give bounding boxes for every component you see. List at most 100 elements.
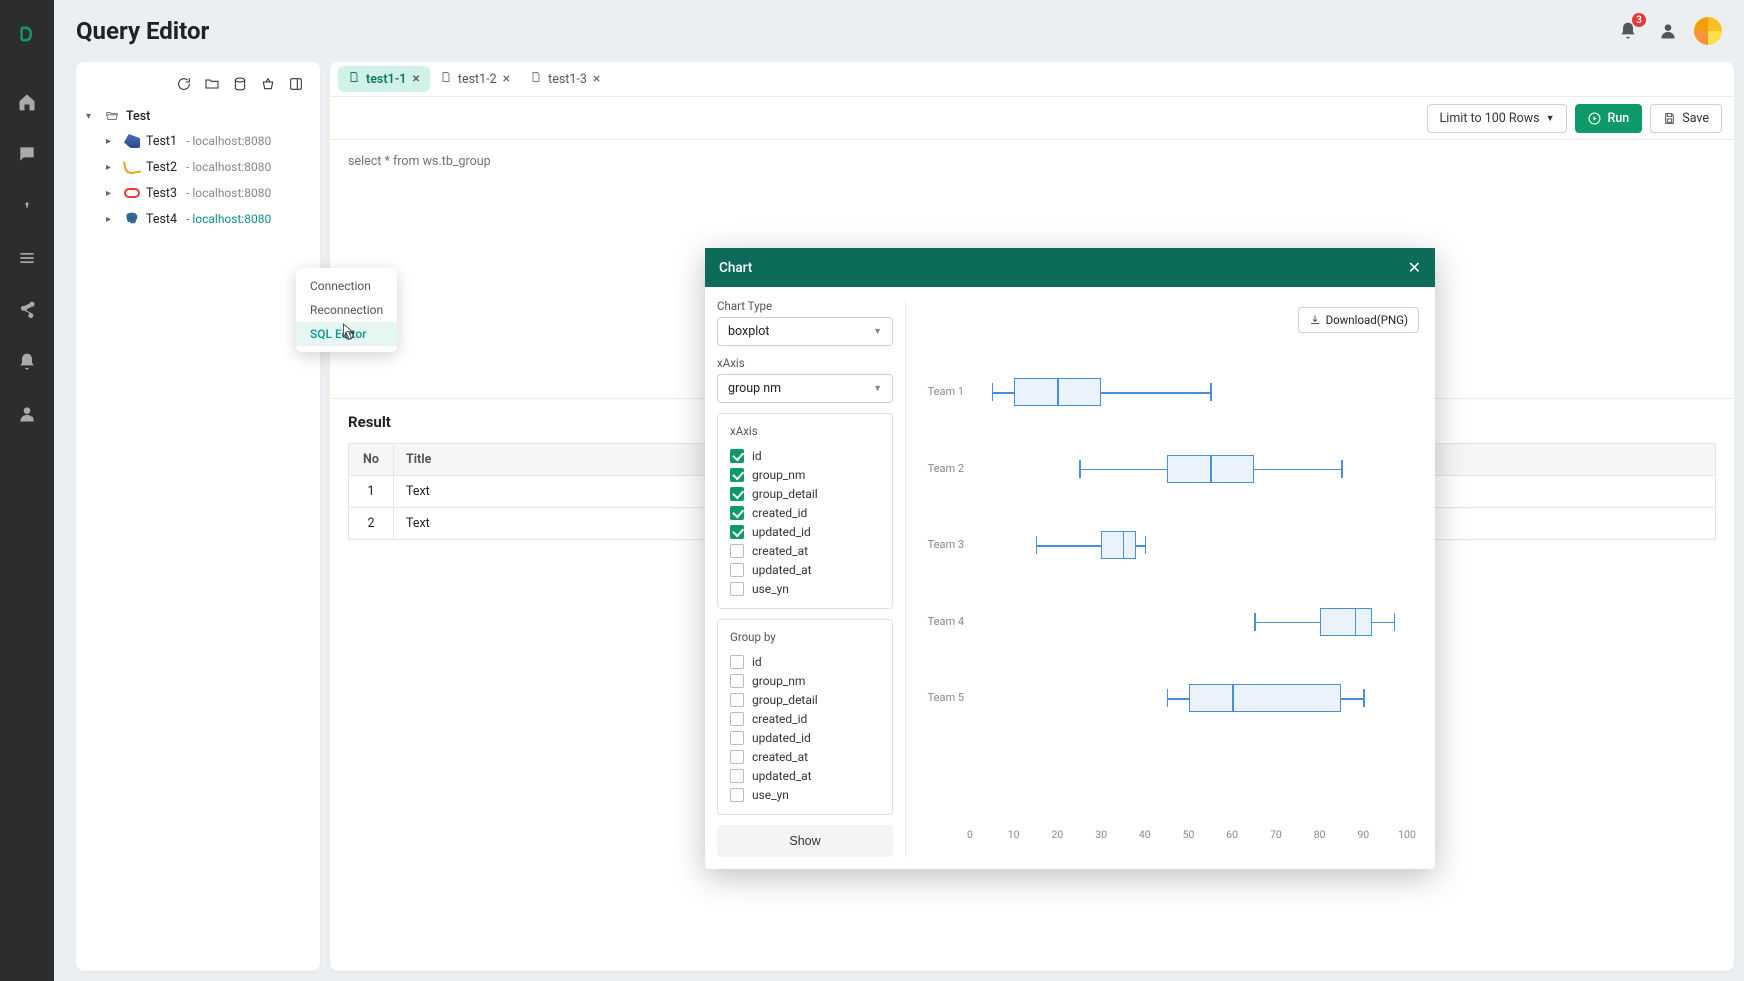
chevron-right-icon: ▸ [106,188,118,199]
field-checkbox-row[interactable]: updated_at [730,766,880,785]
connection-node[interactable]: ▸ Test3 - localhost:8080 [106,180,312,206]
chevron-down-icon: ▾ [86,111,98,122]
editor-tab[interactable]: test1-1 × [338,66,430,92]
checkbox[interactable] [730,487,744,501]
nav-share-icon[interactable] [7,290,47,330]
connection-node[interactable]: ▸ Test1 - localhost:8080 [106,128,312,154]
chart-modal-header: Chart ✕ [705,248,1435,287]
checkbox[interactable] [730,693,744,707]
topbar: Query Editor 3 [54,0,1744,62]
field-checkbox-row[interactable]: group_nm [730,465,880,484]
nav-bell-icon[interactable] [7,342,47,382]
field-label: updated_id [752,731,811,745]
db-mysql-icon [124,159,140,175]
field-checkbox-row[interactable]: group_nm [730,671,880,690]
database-icon[interactable] [232,76,250,94]
basket-icon[interactable] [260,76,278,94]
groupby-title: Group by [730,630,880,644]
xaxis-select[interactable]: group nm ▼ [717,374,893,403]
checkbox[interactable] [730,731,744,745]
checkbox[interactable] [730,769,744,783]
limit-rows-button[interactable]: Limit to 100 Rows ▼ [1427,104,1568,133]
checkbox[interactable] [730,712,744,726]
connection-node[interactable]: ▸ Test4 - localhost:8080 [106,206,312,232]
field-checkbox-row[interactable]: created_id [730,709,880,728]
close-icon[interactable]: × [412,71,419,87]
checkbox[interactable] [730,506,744,520]
refresh-icon[interactable] [176,76,194,94]
connection-name: Test3 [146,186,177,201]
limit-rows-label: Limit to 100 Rows [1440,111,1540,126]
editor-tab[interactable]: test1-2 × [430,66,520,92]
field-checkbox-row[interactable]: updated_id [730,728,880,747]
checkbox[interactable] [730,655,744,669]
db-oracle-icon [124,185,140,201]
checkbox[interactable] [730,449,744,463]
checkbox[interactable] [730,582,744,596]
field-label: group_nm [752,674,805,688]
user-profile-button[interactable] [1654,17,1682,45]
connection-host: - localhost:8080 [183,186,271,200]
context-menu-item[interactable]: Reconnection [296,298,397,322]
nav-rail [0,0,54,981]
boxplot-series [970,605,1407,639]
close-icon[interactable]: ✕ [1408,258,1421,277]
notifications-button[interactable]: 3 [1614,17,1642,45]
nav-list-icon[interactable] [7,238,47,278]
checkbox[interactable] [730,544,744,558]
tab-bar: test1-1 × test1-2 × test1-3 × [330,62,1734,96]
boxplot-category-label: Team 4 [920,615,964,628]
boxplot-category-label: Team 2 [920,462,964,475]
field-checkbox-row[interactable]: updated_at [730,560,880,579]
page-title: Query Editor [76,17,209,45]
checkbox[interactable] [730,468,744,482]
save-button[interactable]: Save [1650,104,1722,133]
nav-admin-icon[interactable] [7,394,47,434]
chart-type-label: Chart Type [717,299,893,313]
field-label: created_id [752,712,807,726]
tree-root[interactable]: ▾ Test [84,104,312,128]
close-icon[interactable]: × [503,71,510,87]
checkbox[interactable] [730,750,744,764]
document-icon [440,71,452,87]
field-label: updated_at [752,563,812,577]
checkbox[interactable] [730,674,744,688]
field-checkbox-row[interactable]: use_yn [730,785,880,804]
nav-message-icon[interactable] [7,134,47,174]
close-icon[interactable]: × [593,71,600,87]
panel-icon[interactable] [288,76,306,94]
field-checkbox-row[interactable]: id [730,446,880,465]
nav-home-icon[interactable] [7,82,47,122]
nav-sync-icon[interactable] [7,186,47,226]
field-label: created_id [752,506,807,520]
field-checkbox-row[interactable]: group_detail [730,484,880,503]
folder-icon[interactable] [204,76,222,94]
boxplot-category-label: Team 5 [920,691,964,704]
field-checkbox-row[interactable]: created_at [730,541,880,560]
run-button[interactable]: Run [1575,104,1642,133]
connection-node[interactable]: ▸ Test2 - localhost:8080 [106,154,312,180]
checkbox[interactable] [730,788,744,802]
x-tick-label: 80 [1314,828,1326,841]
connection-name: Test1 [146,134,177,149]
checkbox[interactable] [730,563,744,577]
field-label: use_yn [752,788,789,802]
theme-toggle[interactable] [1694,17,1722,45]
show-button[interactable]: Show [717,825,893,857]
checkbox[interactable] [730,525,744,539]
editor-tab[interactable]: test1-3 × [520,66,610,92]
download-png-button[interactable]: Download(PNG) [1298,307,1419,333]
field-checkbox-row[interactable]: updated_id [730,522,880,541]
chart-type-select[interactable]: boxplot ▼ [717,317,893,346]
sql-text: select * from ws.tb_group [348,154,491,169]
context-menu-item[interactable]: Connection [296,274,397,298]
tab-label: test1-3 [548,72,587,87]
field-checkbox-row[interactable]: id [730,652,880,671]
field-checkbox-row[interactable]: group_detail [730,690,880,709]
field-checkbox-row[interactable]: created_id [730,503,880,522]
field-checkbox-row[interactable]: created_at [730,747,880,766]
connection-host: - localhost:8080 [183,134,271,148]
connection-name: Test4 [146,212,177,227]
field-checkbox-row[interactable]: use_yn [730,579,880,598]
x-tick-label: 50 [1183,828,1195,841]
